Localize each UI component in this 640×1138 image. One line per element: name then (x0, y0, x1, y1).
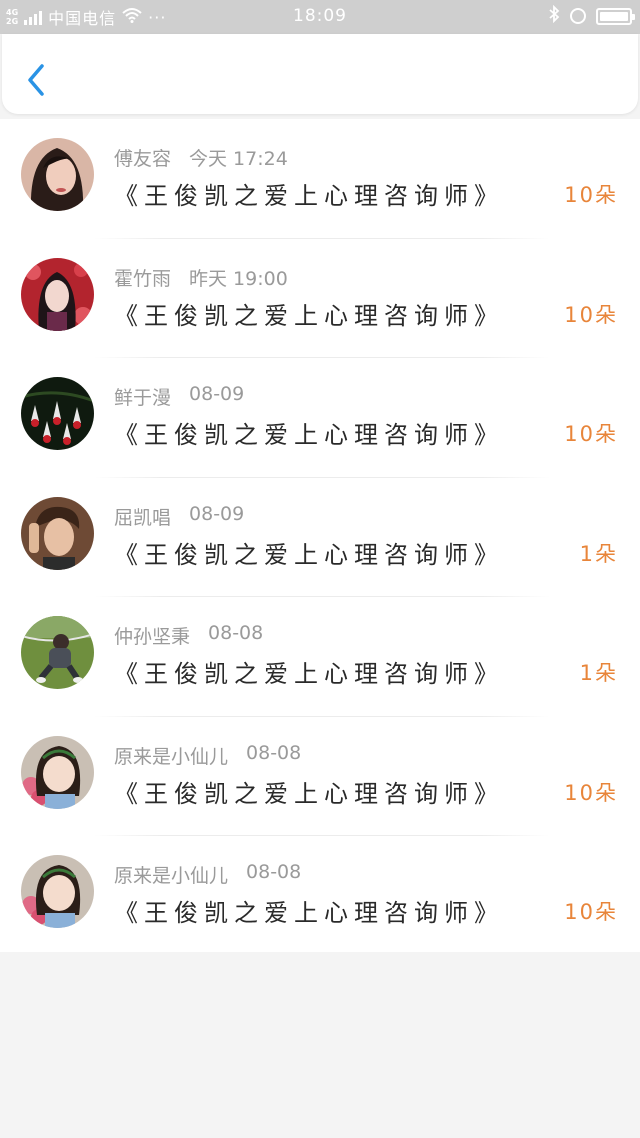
book-title: 《王俊凯之爱上心理咨询师》 (114, 660, 504, 688)
flower-count: 10朵 (564, 302, 618, 327)
battery-level (600, 11, 628, 21)
item-meta: 屈凯唱 08-09 (114, 503, 244, 530)
alarm-icon (570, 8, 586, 24)
book-title: 《王俊凯之爱上心理咨询师》 (114, 779, 504, 808)
status-bar-left: 4G 2G 中国电信 ··· (0, 5, 166, 29)
item-meta: 原来是小仙儿 08-08 (114, 861, 301, 888)
list-item[interactable]: 霍竹雨 昨天 19:00 《王俊凯之爱上心理咨询师》 10朵 (0, 239, 640, 358)
item-date: 今天 17:24 (189, 148, 288, 170)
bluetooth-icon (548, 4, 560, 27)
signal-icon (24, 9, 43, 25)
more-notifications: ··· (148, 7, 167, 27)
list-item[interactable]: 原来是小仙儿 08-08 《王俊凯之爱上心理咨询师》 10朵 (0, 836, 640, 956)
user-name: 原来是小仙儿 (114, 865, 229, 887)
avatar[interactable] (21, 257, 94, 331)
item-date: 08-08 (246, 861, 302, 883)
wifi-icon (122, 7, 142, 27)
avatar[interactable] (21, 855, 94, 928)
user-name: 屈凯唱 (114, 506, 172, 529)
status-bar: 4G 2G 中国电信 ··· 18:09 (0, 0, 640, 34)
status-bar-right (548, 4, 635, 27)
flower-count: 10朵 (564, 183, 618, 207)
avatar[interactable] (21, 616, 94, 689)
carrier-name: 中国电信 (48, 9, 117, 28)
chevron-left-icon (28, 64, 44, 96)
network-4g: 4G (6, 8, 19, 17)
item-meta: 鲜于漫 08-09 (114, 383, 244, 410)
item-date: 08-08 (246, 741, 302, 764)
book-title: 《王俊凯之爱上心理咨询师》 (114, 540, 504, 569)
list-item[interactable]: 屈凯唱 08-09 《王俊凯之爱上心理咨询师》 1朵 (0, 478, 640, 597)
top-nav-bar (2, 34, 638, 114)
book-title: 《王俊凯之爱上心理咨询师》 (114, 182, 504, 210)
user-name: 仲孙坚秉 (114, 626, 191, 648)
user-name: 傅友容 (114, 148, 172, 170)
item-meta: 霍竹雨 昨天 19:00 (114, 264, 288, 291)
book-title: 《王俊凯之爱上心理咨询师》 (114, 899, 504, 927)
flower-count: 1朵 (579, 541, 618, 566)
flower-count: 1朵 (579, 661, 618, 685)
item-meta: 原来是小仙儿 08-08 (114, 742, 301, 769)
list-item[interactable]: 傅友容 今天 17:24 《王俊凯之爱上心理咨询师》 10朵 (0, 119, 640, 239)
item-date: 08-09 (189, 502, 245, 525)
flower-count: 10朵 (564, 900, 618, 924)
avatar[interactable] (21, 377, 94, 450)
network-2g: 2G (6, 17, 19, 26)
item-meta: 傅友容 今天 17:24 (114, 144, 288, 171)
flower-count: 10朵 (564, 780, 618, 805)
book-title: 《王俊凯之爱上心理咨询师》 (114, 421, 504, 449)
avatar[interactable] (21, 735, 94, 809)
avatar[interactable] (21, 496, 94, 570)
battery-icon (596, 7, 635, 25)
item-date: 08-08 (208, 622, 264, 644)
network-type: 4G 2G (6, 8, 18, 26)
gift-record-list: 傅友容 今天 17:24 《王俊凯之爱上心理咨询师》 10朵 霍竹雨 昨天 19… (0, 119, 640, 952)
back-button[interactable] (20, 60, 54, 100)
user-name: 霍竹雨 (114, 267, 172, 290)
item-date: 昨天 19:00 (189, 267, 288, 290)
user-name: 鲜于漫 (114, 387, 172, 409)
flower-count: 10朵 (564, 422, 618, 446)
book-title: 《王俊凯之爱上心理咨询师》 (114, 301, 504, 330)
list-item[interactable]: 鲜于漫 08-09 《王俊凯之爱上心理咨询师》 10朵 (0, 358, 640, 478)
list-item[interactable]: 原来是小仙儿 08-08 《王俊凯之爱上心理咨询师》 10朵 (0, 717, 640, 836)
item-date: 08-09 (189, 383, 245, 405)
avatar[interactable] (21, 138, 94, 211)
item-meta: 仲孙坚秉 08-08 (114, 622, 263, 649)
user-name: 原来是小仙儿 (114, 745, 229, 768)
list-item[interactable]: 仲孙坚秉 08-08 《王俊凯之爱上心理咨询师》 1朵 (0, 597, 640, 717)
